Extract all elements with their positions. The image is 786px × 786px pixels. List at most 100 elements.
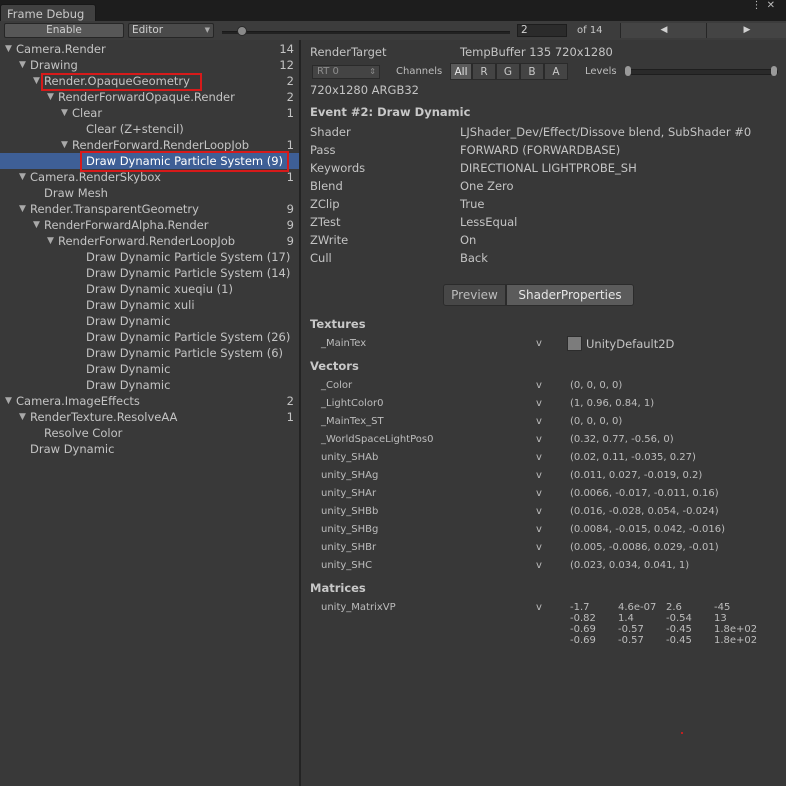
matrix-cell: 4.6e-07	[618, 602, 657, 613]
tree-row[interactable]: Draw Dynamic Particle System (17)	[0, 249, 299, 265]
event-slider-track[interactable]	[222, 31, 510, 34]
tree-row-label: Camera.Render	[16, 42, 106, 56]
vector-value: (0.0084, -0.015, 0.042, -0.016)	[570, 524, 725, 535]
tree-row-count: 2	[286, 74, 294, 88]
enable-button[interactable]: Enable	[4, 23, 124, 38]
tree-row[interactable]: Draw Dynamic xuli	[0, 297, 299, 313]
tree-row-label: Draw Dynamic	[86, 378, 171, 392]
render-target-key: RenderTarget	[310, 45, 387, 59]
tree-row[interactable]: ▼ Camera.Render 14	[0, 41, 299, 57]
vector-name: unity_SHBb	[321, 506, 379, 517]
vector-stage: v	[536, 506, 542, 517]
vector-value: (0.32, 0.77, -0.56, 0)	[570, 434, 674, 445]
tree-row-count: 1	[286, 138, 294, 152]
channel-button-b[interactable]: B	[520, 63, 544, 80]
event-slider-thumb[interactable]	[237, 26, 247, 36]
tree-row[interactable]: ▼ Clear 1	[0, 105, 299, 121]
tree-row-label: Draw Dynamic	[30, 442, 115, 456]
tree-row[interactable]: Draw Dynamic xueqiu (1)	[0, 281, 299, 297]
tree-row[interactable]: ▼ RenderTexture.ResolveAA 1	[0, 409, 299, 425]
tree-row-count: 14	[279, 42, 294, 56]
expand-toggle-icon[interactable]: ▼	[33, 73, 43, 89]
tree-row[interactable]: ▼ Camera.ImageEffects 2	[0, 393, 299, 409]
tree-row-label: Camera.ImageEffects	[16, 394, 140, 408]
tree-row-count: 1	[286, 170, 294, 184]
tree-row[interactable]: Draw Dynamic Particle System (14)	[0, 265, 299, 281]
tree-row[interactable]: ▼ Camera.RenderSkybox 1	[0, 169, 299, 185]
frame-debug-tab[interactable]: Frame Debug	[0, 4, 96, 21]
expand-toggle-icon[interactable]: ▼	[5, 41, 15, 57]
event-index-input[interactable]: 2	[517, 24, 567, 37]
levels-max-thumb[interactable]	[771, 66, 777, 76]
vector-value: (0.0066, -0.017, -0.011, 0.16)	[570, 488, 719, 499]
tree-row-count: 9	[286, 202, 294, 216]
vector-stage: v	[536, 398, 542, 409]
tree-row-label: Draw Dynamic Particle System (6)	[86, 346, 284, 360]
tree-row-label: RenderForward.RenderLoopJob	[72, 138, 250, 152]
tree-row[interactable]: Draw Dynamic	[0, 313, 299, 329]
tree-row[interactable]: ▼ Drawing 12	[0, 57, 299, 73]
tree-row[interactable]: ▼ RenderForward.RenderLoopJob 9	[0, 233, 299, 249]
expand-toggle-icon[interactable]: ▼	[61, 137, 71, 153]
channel-button-g[interactable]: G	[496, 63, 520, 80]
vector-name: unity_SHAr	[321, 488, 377, 499]
previous-arrow-icon: ◀	[660, 25, 668, 35]
channel-button-r[interactable]: R	[472, 63, 496, 80]
tree-row[interactable]: Clear (Z+stencil)	[0, 121, 299, 137]
tree-row[interactable]: ▼ RenderForward.RenderLoopJob 1	[0, 137, 299, 153]
property-key: ZClip	[310, 197, 340, 211]
tree-row[interactable]: ▼ RenderForwardAlpha.Render 9	[0, 217, 299, 233]
matrix-cell: 1.4	[618, 613, 634, 624]
tree-row-label: Clear	[72, 106, 103, 120]
tree-row[interactable]: ▼ Render.TransparentGeometry 9	[0, 201, 299, 217]
expand-toggle-icon[interactable]: ▼	[47, 89, 57, 105]
tree-row[interactable]: Draw Dynamic	[0, 361, 299, 377]
vector-value: (0, 0, 0, 0)	[570, 380, 623, 391]
vector-name: unity_SHBg	[321, 524, 379, 535]
expand-toggle-icon[interactable]: ▼	[19, 57, 29, 73]
matrix-cell: 2.6	[666, 602, 682, 613]
levels-slider-track[interactable]	[625, 69, 778, 75]
tab-preview[interactable]: Preview	[443, 284, 506, 306]
target-dropdown-label: Editor	[132, 24, 164, 36]
property-value: True	[460, 197, 485, 211]
expand-toggle-icon[interactable]: ▼	[19, 169, 29, 185]
tree-row[interactable]: ▼ Render.OpaqueGeometry 2	[0, 73, 299, 89]
matrix-name: unity_MatrixVP	[321, 602, 396, 613]
tree-row-label: Draw Dynamic Particle System (17)	[86, 250, 291, 264]
tree-row[interactable]: Draw Dynamic	[0, 377, 299, 393]
tree-row-label: Drawing	[30, 58, 78, 72]
tree-row-label: RenderTexture.ResolveAA	[30, 410, 178, 424]
vector-name: unity_SHAb	[321, 452, 379, 463]
expand-toggle-icon[interactable]: ▼	[33, 217, 43, 233]
tab-shader-properties[interactable]: ShaderProperties	[506, 284, 634, 306]
expand-toggle-icon[interactable]: ▼	[5, 393, 15, 409]
tree-row[interactable]: Resolve Color	[0, 425, 299, 441]
next-event-button[interactable]: ▶	[706, 23, 786, 38]
expand-toggle-icon[interactable]: ▼	[47, 233, 57, 249]
channel-button-all[interactable]: All	[450, 63, 472, 80]
tree-row[interactable]: Draw Dynamic Particle System (6)	[0, 345, 299, 361]
tree-row[interactable]: Draw Mesh	[0, 185, 299, 201]
tree-row[interactable]: ▼ RenderForwardOpaque.Render 2	[0, 89, 299, 105]
expand-toggle-icon[interactable]: ▼	[19, 201, 29, 217]
texture-thumbnail[interactable]	[567, 336, 582, 351]
expand-toggle-icon[interactable]: ▼	[61, 105, 71, 121]
matrix-cell: -0.57	[618, 624, 644, 635]
vector-value: (1, 0.96, 0.84, 1)	[570, 398, 655, 409]
window-menu-icon[interactable]: ⋮ ✕	[751, 0, 776, 11]
texture-value: UnityDefault2D	[586, 337, 675, 351]
channel-button-a[interactable]: A	[544, 63, 568, 80]
expand-toggle-icon[interactable]: ▼	[19, 409, 29, 425]
target-dropdown[interactable]: Editor ▼	[128, 23, 214, 38]
levels-min-thumb[interactable]	[625, 66, 631, 76]
tree-row-selected[interactable]: Draw Dynamic Particle System (9)	[0, 153, 299, 169]
render-target-dropdown[interactable]: RT 0 ⇕	[312, 65, 380, 79]
next-arrow-icon: ▶	[743, 25, 751, 35]
tree-row-label: Draw Dynamic Particle System (26)	[86, 330, 291, 344]
tree-row[interactable]: Draw Dynamic	[0, 441, 299, 457]
texture-stage: v	[536, 338, 542, 349]
tree-row[interactable]: Draw Dynamic Particle System (26)	[0, 329, 299, 345]
previous-event-button[interactable]: ◀	[620, 23, 707, 38]
event-title: Event #2: Draw Dynamic	[310, 105, 471, 119]
